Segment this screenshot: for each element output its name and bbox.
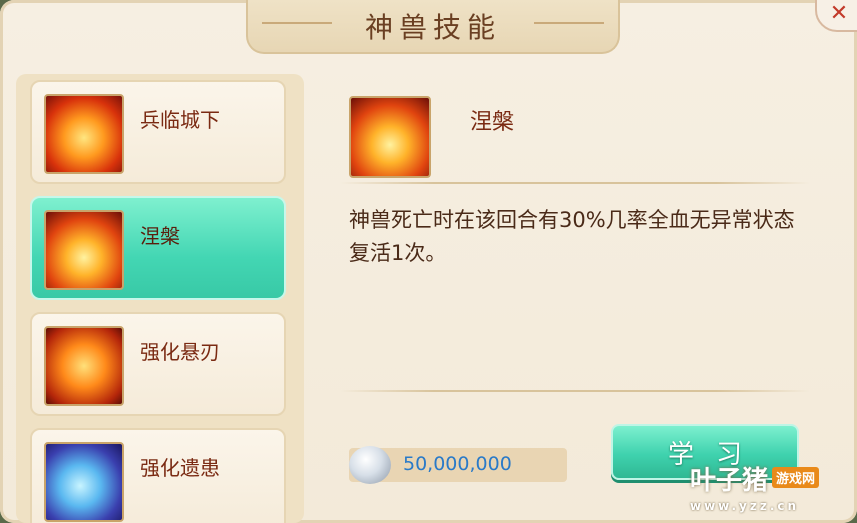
skill-dialog: 神兽技能 ✕ 兵临城下 涅槃 强化悬刃 强化遗患 涅槃 神兽死亡时在该回合有30…	[0, 0, 857, 523]
cost-value: 50,000,000	[403, 453, 512, 475]
watermark-brand: 叶子猪	[690, 466, 769, 496]
skill-list[interactable]: 兵临城下 涅槃 强化悬刃 强化遗患	[16, 74, 304, 523]
cost-box: 50,000,000	[349, 446, 567, 484]
skill-item-label: 涅槃	[140, 224, 180, 248]
skill-item-niepan[interactable]: 涅槃	[30, 196, 286, 300]
title-plate: 神兽技能	[246, 0, 620, 54]
close-icon[interactable]: ✕	[830, 1, 848, 26]
close-button[interactable]: ✕	[815, 0, 857, 32]
skill-item-label: 强化遗患	[140, 456, 220, 480]
title-ornament-right	[534, 22, 604, 24]
skill-item-label: 强化悬刃	[140, 340, 220, 364]
watermark-sub: 游戏网	[772, 467, 820, 488]
dialog-title: 神兽技能	[364, 11, 501, 44]
swords-icon	[44, 326, 124, 406]
divider-top	[340, 182, 810, 184]
swirl-icon	[44, 442, 124, 522]
title-ornament-left	[262, 22, 332, 24]
phoenix-icon	[44, 210, 124, 290]
skill-item-label: 兵临城下	[140, 108, 220, 132]
skill-item-qianghuayihuan[interactable]: 强化遗患	[30, 428, 286, 523]
detail-phoenix-icon	[349, 96, 431, 178]
watermark-url: www.yzz.cn	[690, 499, 800, 513]
watermark: 叶子猪 游戏网 www.yzz.cn	[690, 460, 820, 513]
skill-description: 神兽死亡时在该回合有30%几率全血无异常状态复活1次。	[349, 208, 795, 265]
skill-item-qianghuaxuanren[interactable]: 强化悬刃	[30, 312, 286, 416]
silver-ingot-icon	[349, 446, 391, 484]
detail-skill-name: 涅槃	[470, 110, 515, 135]
fire-demon-icon	[44, 94, 124, 174]
skill-item-binglinchengxia[interactable]: 兵临城下	[30, 80, 286, 184]
divider-bottom	[340, 390, 810, 392]
